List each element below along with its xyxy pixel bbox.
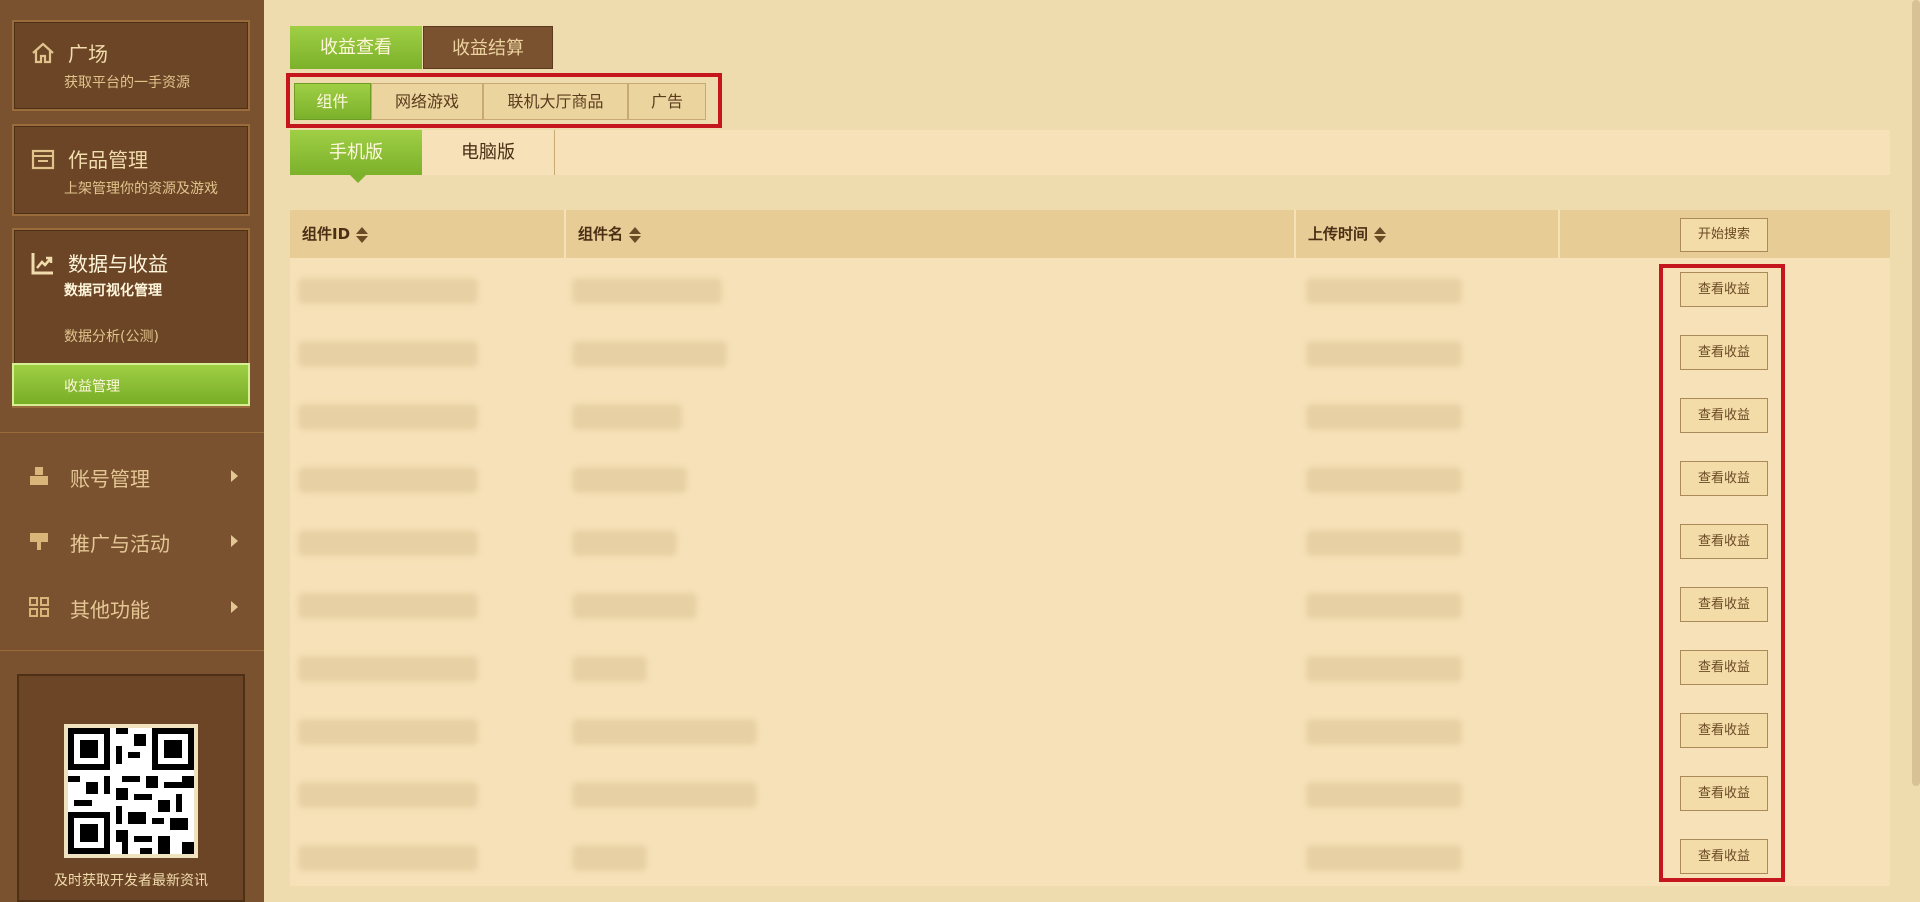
table-row: 查看收益 (290, 573, 1890, 636)
tab-component[interactable]: 组件 (294, 83, 371, 120)
redacted-upload-time (1306, 719, 1462, 745)
chevron-right-icon (231, 470, 238, 482)
header-component-name-label: 组件名 (578, 225, 624, 243)
redacted-component-id (298, 341, 478, 367)
grid-icon (29, 597, 49, 617)
home-icon (32, 42, 54, 64)
menu-promotion-label: 推广与活动 (70, 532, 170, 556)
redacted-upload-time (1306, 845, 1462, 871)
redacted-component-id (298, 530, 478, 556)
chart-icon (31, 253, 53, 275)
redacted-component-id (298, 593, 478, 619)
qr-card: 及时获取开发者最新资讯 (17, 674, 245, 902)
category-tabs: 组件 网络游戏 联机大厅商品 广告 (286, 73, 722, 128)
header-divider (1558, 210, 1560, 258)
tab-pc[interactable]: 电脑版 (422, 130, 554, 175)
redacted-component-name (572, 656, 647, 682)
tab-online-game[interactable]: 网络游戏 (371, 83, 483, 120)
chevron-right-icon (231, 601, 238, 613)
nav-home-subtitle: 获取平台的一手资源 (64, 75, 190, 91)
sidebar-divider (0, 650, 264, 651)
table-row: 查看收益 (290, 762, 1890, 825)
redacted-upload-time (1306, 467, 1462, 493)
promotion-icon (30, 533, 48, 550)
account-icon (30, 467, 48, 485)
table-row: 查看收益 (290, 384, 1890, 447)
tab-divider (554, 130, 555, 175)
header-component-id[interactable]: 组件ID (290, 210, 564, 258)
menu-account-label: 账号管理 (70, 467, 150, 491)
nav-data-title: 数据与收益 (68, 252, 168, 276)
nav-home-title: 广场 (68, 42, 108, 66)
tab-mobile[interactable]: 手机版 (290, 130, 422, 183)
nav-data-analysis[interactable]: 数据分析(公测) (64, 326, 159, 346)
redacted-component-name (572, 467, 687, 493)
menu-account[interactable]: 账号管理 (28, 461, 238, 491)
sidebar-divider (0, 432, 264, 433)
sort-icon[interactable] (629, 226, 642, 244)
redacted-component-id (298, 845, 478, 871)
menu-other-label: 其他功能 (70, 598, 150, 622)
qr-caption: 及时获取开发者最新资讯 (54, 873, 208, 889)
redacted-component-id (298, 719, 478, 745)
redacted-upload-time (1306, 656, 1462, 682)
nav-card-works[interactable]: 作品管理 上架管理你的资源及游戏 (12, 124, 250, 216)
redacted-component-id (298, 404, 478, 430)
redacted-component-id (298, 782, 478, 808)
redacted-upload-time (1306, 782, 1462, 808)
page-scrollbar[interactable] (1912, 0, 1920, 786)
nav-revenue-management[interactable]: 收益管理 (12, 363, 250, 406)
redacted-component-name (572, 530, 677, 556)
tab-lobby-goods[interactable]: 联机大厅商品 (483, 83, 628, 120)
chevron-right-icon (231, 535, 238, 547)
table-row: 查看收益 (290, 258, 1890, 321)
table-row: 查看收益 (290, 321, 1890, 384)
redacted-component-id (298, 467, 478, 493)
table-row: 查看收益 (290, 699, 1890, 762)
qr-code-icon (68, 728, 194, 854)
redacted-upload-time (1306, 530, 1462, 556)
nav-data-visual[interactable]: 数据可视化管理 (64, 280, 162, 300)
table-row: 查看收益 (290, 636, 1890, 699)
redacted-component-id (298, 656, 478, 682)
sidebar: 广场 获取平台的一手资源 作品管理 上架管理你的资源及游戏 数据与收益 数据可视… (0, 0, 264, 902)
table-row: 查看收益 (290, 510, 1890, 573)
search-button[interactable]: 开始搜索 (1680, 218, 1768, 252)
nav-card-home[interactable]: 广场 获取平台的一手资源 (12, 20, 250, 111)
redacted-component-name (572, 782, 757, 808)
redacted-upload-time (1306, 404, 1462, 430)
redacted-component-name (572, 341, 727, 367)
redacted-component-id (298, 278, 478, 304)
menu-promotion[interactable]: 推广与活动 (28, 526, 238, 556)
platform-tabs: 手机版 电脑版 (290, 130, 1890, 183)
tab-ads[interactable]: 广告 (628, 83, 706, 120)
redacted-upload-time (1306, 341, 1462, 367)
header-upload-time[interactable]: 上传时间 (1296, 210, 1566, 258)
nav-card-data[interactable]: 数据与收益 数据可视化管理 数据分析(公测) 收益管理 (12, 228, 250, 408)
folder-icon (31, 149, 55, 170)
header-component-name[interactable]: 组件名 (566, 210, 1294, 258)
header-component-id-label: 组件ID (302, 225, 351, 243)
table-row: 查看收益 (290, 447, 1890, 510)
nav-works-title: 作品管理 (68, 148, 148, 172)
sort-icon[interactable] (356, 226, 369, 244)
redacted-component-name (572, 278, 722, 304)
redacted-component-name (572, 845, 647, 871)
redacted-component-name (572, 719, 757, 745)
header-upload-time-label: 上传时间 (1308, 225, 1369, 243)
table-header: 组件ID 组件名 上传时间 开始搜索 (290, 210, 1890, 258)
qr-code (64, 724, 198, 858)
table-row: 查看收益 (290, 825, 1890, 888)
redacted-upload-time (1306, 278, 1462, 304)
tab-revenue-view[interactable]: 收益查看 (290, 26, 422, 69)
nav-works-subtitle: 上架管理你的资源及游戏 (64, 181, 218, 197)
sort-icon[interactable] (1374, 226, 1387, 244)
redacted-component-name (572, 404, 682, 430)
redacted-component-name (572, 593, 697, 619)
tab-revenue-settle[interactable]: 收益结算 (423, 26, 553, 69)
revenue-table: 组件ID 组件名 上传时间 开始搜索 查看收益 查看收益 查看收益 查看收益 查看收益查… (290, 210, 1890, 886)
redacted-upload-time (1306, 593, 1462, 619)
menu-other[interactable]: 其他功能 (28, 592, 238, 622)
actions-highlight (1659, 264, 1785, 882)
